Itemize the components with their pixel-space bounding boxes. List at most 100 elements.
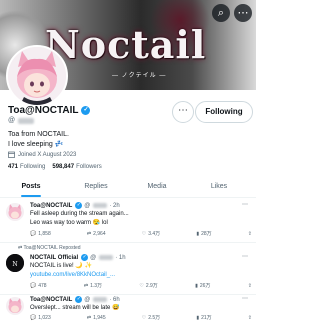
blurred-handle — [99, 255, 114, 260]
following-stat[interactable]: 471 Following — [8, 164, 45, 170]
reply-button[interactable]: 💬 1,858 — [30, 230, 51, 237]
reply-button[interactable]: 💬 478 — [30, 282, 47, 289]
avatar-image — [8, 47, 66, 105]
tweet-time: · 2h — [109, 202, 120, 209]
like-count: 3.4万 — [148, 231, 161, 237]
heart-icon: ♡ — [141, 314, 147, 321]
profile-name-row: Toa@NOCTAIL ✓ — [8, 105, 91, 116]
verified-badge-icon: ✓ — [81, 254, 89, 261]
tweet-actions: 💬 1,858 ⇄ 2,964 ♡ 3.4万 ▮ 28万 ⇪ — [30, 230, 252, 238]
profile-handle: @ — [8, 117, 16, 124]
repost-button[interactable]: ⇄ 1.3万 — [83, 282, 103, 290]
tweet-text-line: NOCTAIL is live! 🌙 ✨ — [30, 263, 92, 269]
reply-count: 1,858 — [38, 230, 51, 237]
reply-icon: 💬 — [30, 282, 37, 289]
following-button[interactable]: Following — [195, 101, 253, 123]
tweet[interactable]: Toa@NOCTAIL ✓ @ · 2h ⋯ Fell asleep durin… — [0, 199, 256, 241]
blurred-handle — [18, 117, 35, 124]
like-button[interactable]: ♡ 2.5万 — [141, 314, 161, 322]
views-icon: ▮ — [196, 314, 200, 321]
views-count: 21万 — [201, 315, 212, 321]
tweet-text-line: Overslept... stream will be late 😅 — [30, 305, 120, 311]
tweet-text: Overslept... stream will be late 😅 — [30, 304, 120, 313]
tweet-author-name: Toa@NOCTAIL — [30, 202, 73, 209]
repost-icon: ⇄ — [83, 282, 89, 289]
repost-button[interactable]: ⇄ 1,945 — [87, 314, 106, 321]
heart-icon: ♡ — [139, 282, 144, 289]
more-options-button[interactable]: ⋯ — [234, 4, 252, 22]
tweet-more-icon[interactable]: ⋯ — [242, 295, 248, 302]
tweet-avatar[interactable] — [6, 203, 24, 221]
tweet[interactable]: Toa@NOCTAIL ✓ @ · 6h ⋯ Overslept... stre… — [0, 295, 256, 323]
joined-date-row: Joined X August 2023 — [8, 151, 76, 158]
tweet-handle: @ — [84, 202, 91, 209]
search-button[interactable]: ⌕ — [212, 4, 230, 22]
reply-icon: 💬 — [30, 314, 37, 321]
tweet-time: · 1h — [115, 254, 126, 261]
tweet-author-name: NOCTAIL Official — [30, 254, 79, 261]
more-icon: ⋯ — [237, 7, 249, 19]
followers-count: 598,847 — [52, 164, 75, 170]
views-button[interactable]: ▮ 28万 — [196, 230, 211, 238]
share-button[interactable]: ⇪ — [248, 230, 252, 237]
tab-posts[interactable]: Posts — [8, 177, 54, 197]
repost-count: 1,945 — [93, 314, 106, 321]
share-icon: ⇪ — [247, 230, 252, 237]
active-tab-indicator — [21, 195, 41, 197]
profile-tabs: Posts Replies Media Likes — [0, 177, 256, 198]
views-button[interactable]: ▮ 21万 — [196, 314, 212, 322]
noctail-logo-icon: N — [6, 254, 24, 272]
repost-indicator: ⇄ Toa@NOCTAIL Reposted — [18, 245, 81, 251]
tweet-actions: 💬 1,023 ⇄ 1,945 ♡ 2.5万 ▮ 21万 ⇪ — [30, 314, 252, 322]
tweet-more-icon[interactable]: ⋯ — [242, 253, 248, 260]
tweet-avatar[interactable] — [6, 297, 24, 315]
tweet-header: Toa@NOCTAIL ✓ @ · 6h — [30, 296, 120, 303]
views-count: 26万 — [199, 283, 211, 289]
views-button[interactable]: ▮ 26万 — [195, 282, 211, 290]
search-icon: ⌕ — [217, 7, 225, 19]
share-icon: ⇪ — [247, 314, 252, 321]
avatar-image — [6, 297, 24, 315]
like-count: 2.9万 — [145, 283, 158, 289]
avatar-image — [6, 203, 24, 221]
profile-more-button[interactable]: ⋯ — [172, 101, 194, 123]
repost-label: Toa@NOCTAIL Reposted — [23, 245, 81, 251]
tweet-handle: @ — [90, 254, 97, 261]
verified-badge-icon: ✓ — [75, 296, 83, 303]
share-icon: ⇪ — [247, 282, 252, 289]
repost-count: 2,964 — [93, 230, 106, 237]
tweet-more-icon[interactable]: ⋯ — [242, 201, 248, 208]
repost-count: 1.3万 — [90, 283, 103, 289]
repost-icon: ⇄ — [86, 314, 92, 321]
tweet-avatar[interactable]: N — [6, 254, 24, 272]
share-button[interactable]: ⇪ — [248, 314, 252, 321]
joined-date: Joined X August 2023 — [18, 151, 77, 158]
tweet-text: NOCTAIL is live! 🌙 ✨ youtube.com/live/8K… — [30, 262, 115, 280]
share-button[interactable]: ⇪ — [248, 282, 252, 289]
tweet[interactable]: ⇄ Toa@NOCTAIL Reposted N NOCTAIL Officia… — [0, 243, 256, 293]
reply-icon: 💬 — [30, 230, 37, 237]
views-icon: ▮ — [196, 230, 200, 237]
tweet-text: Fell asleep during the stream again... L… — [30, 210, 129, 228]
followers-stat[interactable]: 598,847 Followers — [52, 164, 101, 170]
tab-media[interactable]: Media — [134, 177, 180, 197]
tweet-link[interactable]: youtube.com/live/8KkNOctail_... — [30, 271, 115, 280]
bio-line-2: I love sleeping 💤 — [8, 141, 64, 148]
like-button[interactable]: ♡ 2.9万 — [139, 282, 158, 290]
tab-replies[interactable]: Replies — [73, 177, 119, 197]
tab-likes[interactable]: Likes — [196, 177, 242, 197]
profile-bio: Toa from NOCTAIL. I love sleeping 💤 — [8, 130, 69, 150]
profile-avatar[interactable] — [6, 45, 68, 107]
svg-text:N: N — [12, 261, 17, 268]
reply-button[interactable]: 💬 1,023 — [30, 314, 51, 321]
tweet-time: · 6h — [109, 296, 120, 303]
blurred-handle — [93, 297, 108, 302]
like-count: 2.5万 — [148, 315, 161, 321]
tweet-author-name: Toa@NOCTAIL — [30, 296, 73, 303]
like-button[interactable]: ♡ 3.4万 — [142, 230, 161, 238]
tweet-text-line: Leo was way too warm 😪 lol — [30, 220, 108, 226]
tweet-header: Toa@NOCTAIL ✓ @ · 2h — [30, 202, 120, 209]
following-label: Following — [20, 164, 46, 170]
repost-button[interactable]: ⇄ 2,964 — [87, 230, 106, 237]
views-icon: ▮ — [195, 282, 198, 289]
